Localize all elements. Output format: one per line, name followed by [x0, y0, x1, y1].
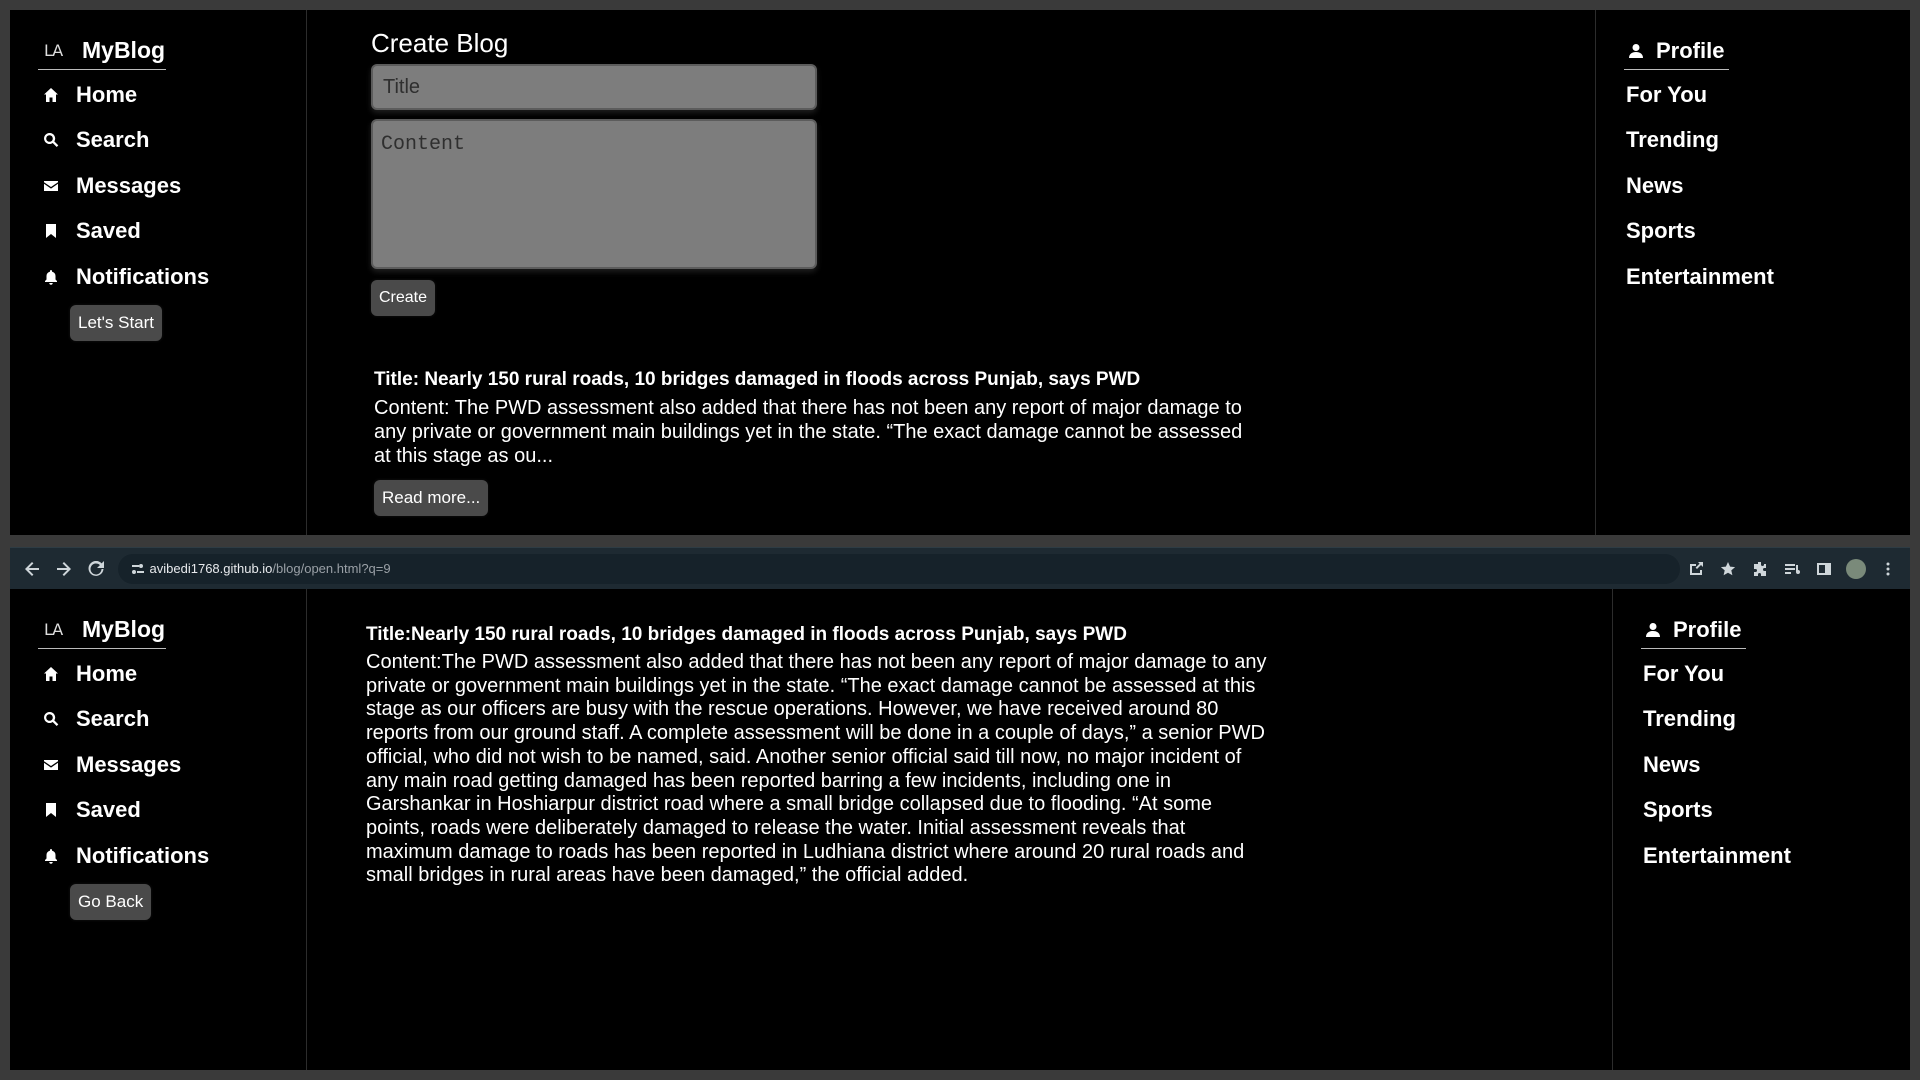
reading-list-icon[interactable]: [1776, 553, 1808, 585]
article-content: Content:The PWD assessment also added th…: [366, 651, 1267, 887]
address-bar[interactable]: avibedi1768.github.io/blog/open.html?q=9: [117, 553, 1680, 584]
nav-item-messages[interactable]: Messages: [40, 742, 209, 788]
side-panel-icon[interactable]: [1808, 553, 1840, 585]
create-blog-heading: Create Blog: [371, 28, 509, 58]
reload-icon[interactable]: [80, 553, 112, 585]
forward-icon[interactable]: [48, 553, 80, 585]
post-title: Title: Nearly 150 rural roads, 10 bridge…: [374, 369, 1141, 390]
profile-avatar[interactable]: [1840, 553, 1872, 585]
nav-item-saved[interactable]: Saved: [40, 209, 209, 255]
right-sidebar: Profile For You Trending News Sports Ent…: [1612, 589, 1910, 1070]
home-icon: [40, 666, 62, 682]
lets-start-button[interactable]: Let's Start: [70, 305, 163, 341]
left-nav: Home Search Messages Saved Notifications: [40, 651, 209, 879]
avatar: [1846, 558, 1866, 579]
create-page-window: LA MyBlog Home Search Messages Saved Not…: [10, 10, 1910, 535]
profile-label: Profile: [1656, 37, 1725, 63]
category-trending[interactable]: Trending: [1626, 118, 1774, 164]
nav-item-messages[interactable]: Messages: [40, 163, 209, 209]
nav-item-notifications[interactable]: Notifications: [40, 833, 209, 879]
read-more-button[interactable]: Read more...: [374, 480, 489, 516]
site-info-icon[interactable]: [126, 557, 150, 581]
bookmark-star-icon[interactable]: [1712, 553, 1744, 585]
nav-item-label: Home: [76, 660, 138, 686]
category-entertainment[interactable]: Entertainment: [1626, 254, 1774, 300]
left-sidebar: LA MyBlog Home Search Messages Saved Not…: [10, 10, 307, 535]
category-trending[interactable]: Trending: [1643, 697, 1791, 743]
category-list: For You Trending News Sports Entertainme…: [1626, 72, 1774, 300]
browser-toolbar: avibedi1768.github.io/blog/open.html?q=9: [10, 547, 1910, 589]
nav-item-label: Search: [76, 127, 150, 153]
brand-name: MyBlog: [82, 616, 166, 642]
url-host: avibedi1768.github.io: [149, 561, 273, 576]
post-content: Content: The PWD assessment also added t…: [374, 397, 1243, 467]
category-list: For You Trending News Sports Entertainme…: [1643, 651, 1791, 879]
nav-item-saved[interactable]: Saved: [40, 788, 209, 834]
right-sidebar: Profile For You Trending News Sports Ent…: [1595, 10, 1895, 535]
toolbar-actions: [1680, 553, 1910, 585]
share-icon[interactable]: [1680, 553, 1712, 585]
category-sports[interactable]: Sports: [1643, 788, 1791, 834]
brand[interactable]: LA MyBlog: [38, 32, 166, 70]
bookmark-icon: [40, 802, 62, 818]
nav-item-search[interactable]: Search: [40, 697, 209, 743]
bookmark-icon: [40, 223, 62, 239]
nav-item-home[interactable]: Home: [40, 651, 209, 697]
nav-item-label: Home: [76, 81, 138, 107]
nav-item-label: Messages: [76, 172, 182, 198]
nav-item-label: Saved: [76, 218, 141, 244]
envelope-icon: [40, 178, 62, 194]
extensions-icon[interactable]: [1744, 553, 1776, 585]
nav-item-label: Search: [76, 706, 150, 732]
article-title: Title:Nearly 150 rural roads, 10 bridges…: [366, 624, 1127, 645]
envelope-icon: [40, 757, 62, 773]
content-input[interactable]: [371, 119, 817, 269]
category-for-you[interactable]: For You: [1626, 72, 1774, 118]
nav-item-notifications[interactable]: Notifications: [40, 254, 209, 300]
go-back-button[interactable]: Go Back: [70, 884, 152, 920]
user-icon: [1646, 622, 1660, 637]
title-input[interactable]: [371, 64, 817, 110]
category-for-you[interactable]: For You: [1643, 651, 1791, 697]
menu-dots-icon[interactable]: [1872, 553, 1904, 585]
url-path: /blog/open.html?q=9: [272, 561, 391, 576]
brand-logo-icon: LA: [44, 620, 63, 639]
profile-label: Profile: [1673, 616, 1742, 642]
article-page-window: LA MyBlog Home Search Messages Saved Not…: [10, 589, 1910, 1070]
left-nav: Home Search Messages Saved Notifications: [40, 72, 209, 300]
category-news[interactable]: News: [1643, 742, 1791, 788]
brand-name: MyBlog: [82, 37, 166, 63]
article: Title:Nearly 150 rural roads, 10 bridges…: [366, 623, 1276, 888]
back-icon[interactable]: [16, 553, 48, 585]
nav-item-search[interactable]: Search: [40, 118, 209, 164]
nav-item-label: Notifications: [76, 842, 210, 868]
brand[interactable]: LA MyBlog: [38, 611, 166, 649]
nav-item-label: Notifications: [76, 263, 210, 289]
home-icon: [40, 87, 62, 103]
post-preview: Title: Nearly 150 rural roads, 10 bridge…: [374, 368, 1274, 516]
search-icon: [40, 132, 62, 148]
user-icon: [1629, 43, 1643, 58]
search-icon: [40, 711, 62, 727]
category-sports[interactable]: Sports: [1626, 209, 1774, 255]
profile-link[interactable]: Profile: [1641, 611, 1746, 649]
profile-link[interactable]: Profile: [1624, 32, 1729, 70]
nav-item-label: Messages: [76, 751, 182, 777]
nav-item-home[interactable]: Home: [40, 72, 209, 118]
nav-item-label: Saved: [76, 797, 141, 823]
left-sidebar: LA MyBlog Home Search Messages Saved Not…: [10, 589, 307, 1070]
category-news[interactable]: News: [1626, 163, 1774, 209]
brand-logo-icon: LA: [44, 41, 63, 60]
create-button[interactable]: Create: [371, 280, 436, 316]
bell-icon: [40, 848, 62, 864]
category-entertainment[interactable]: Entertainment: [1643, 833, 1791, 879]
bell-icon: [40, 269, 62, 285]
